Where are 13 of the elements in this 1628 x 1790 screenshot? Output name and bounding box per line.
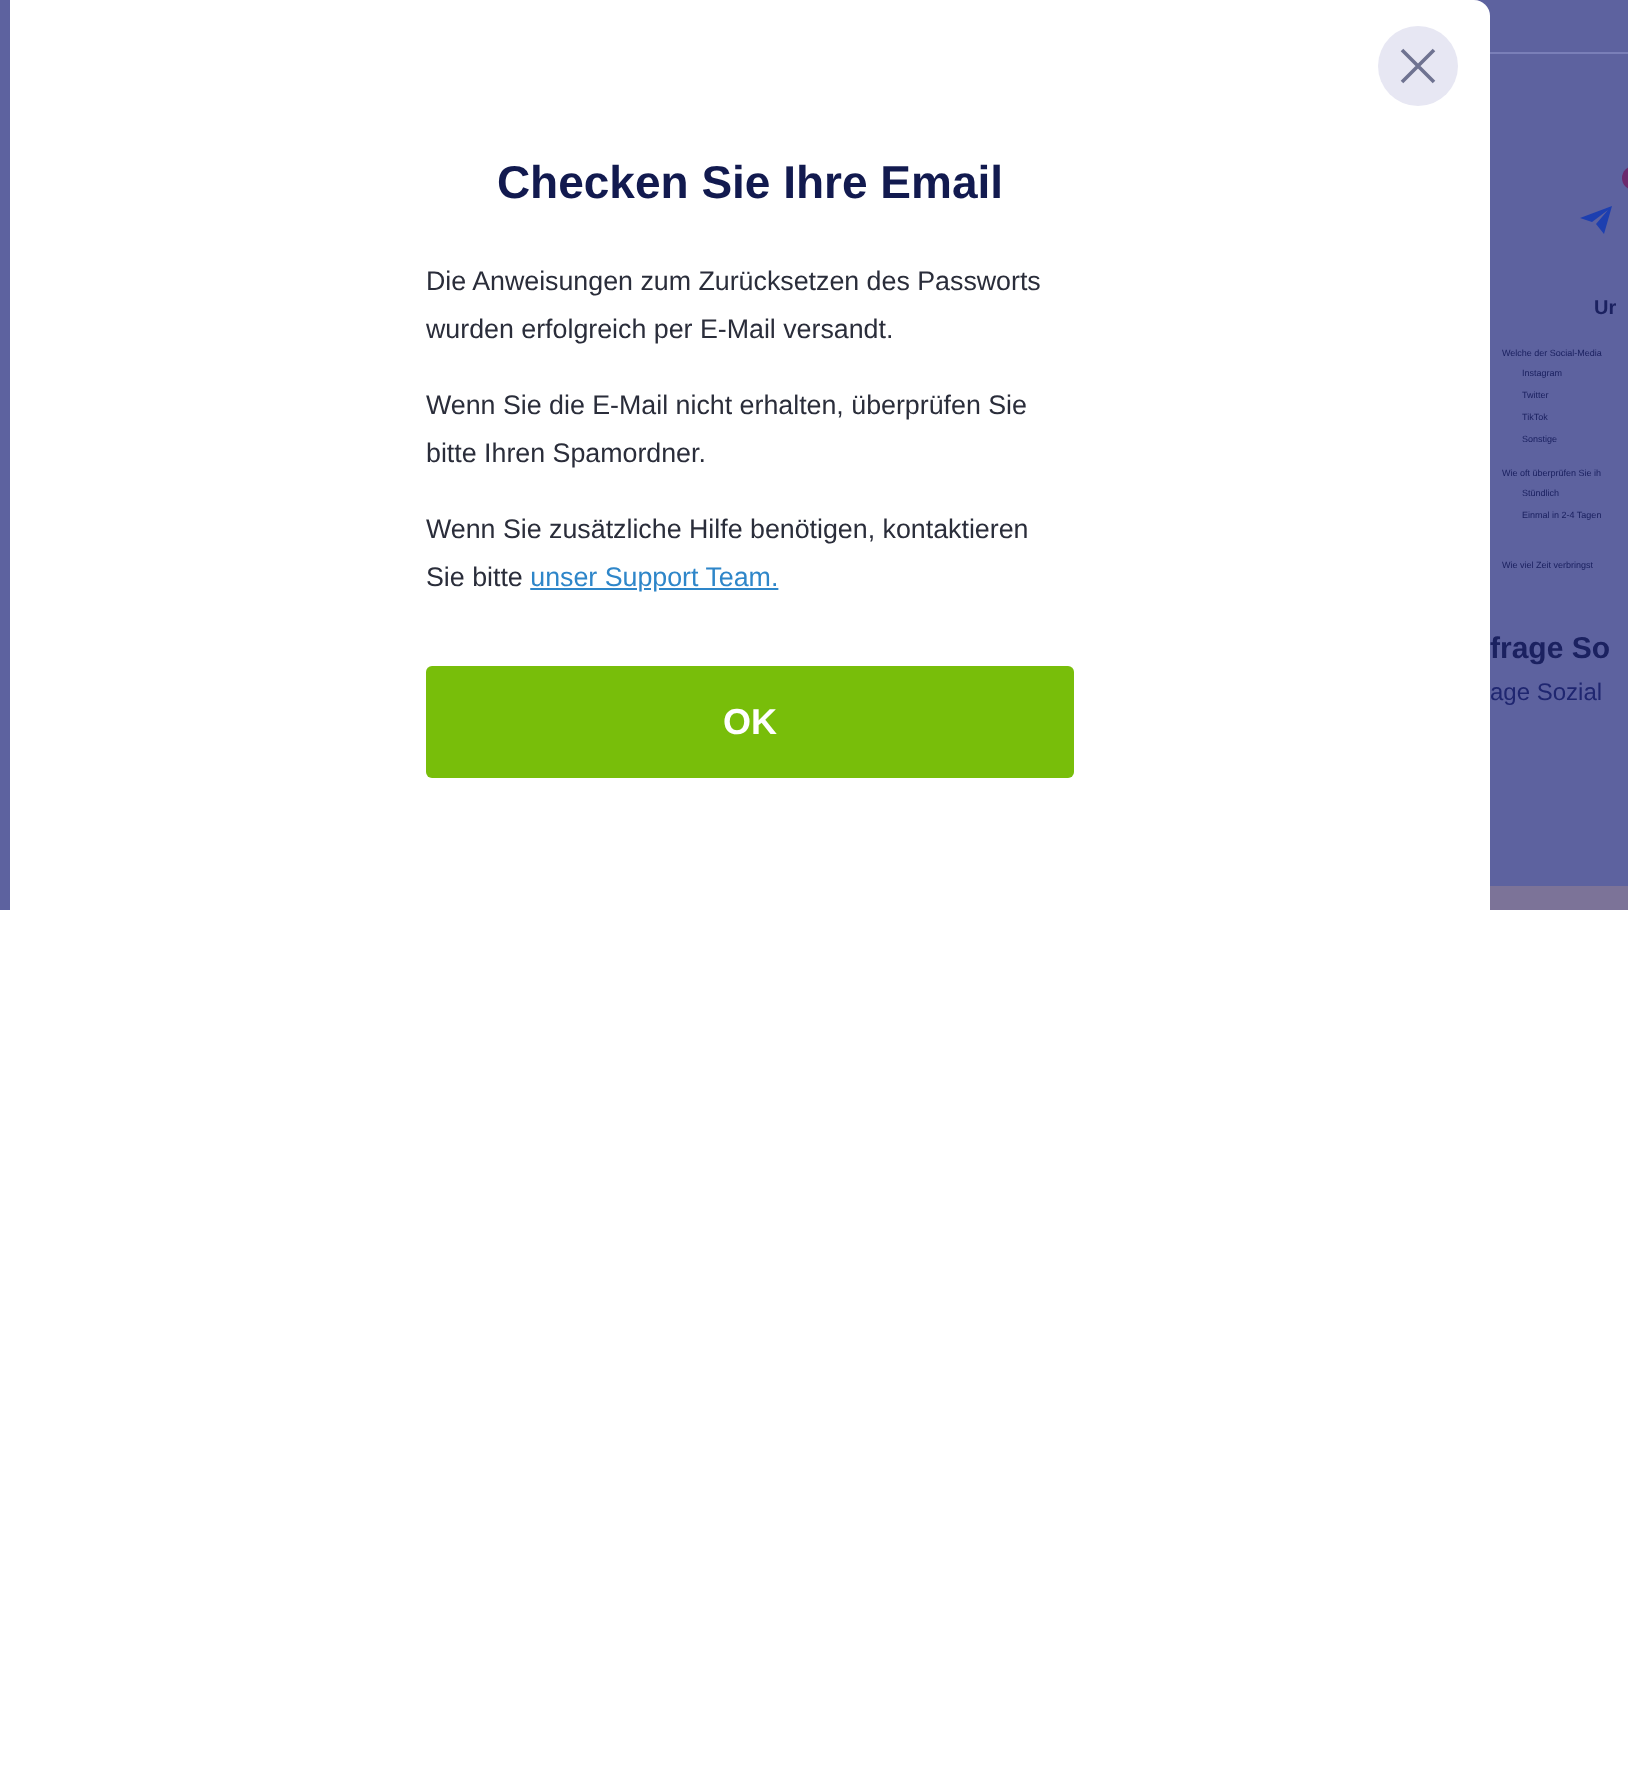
support-link[interactable]: unser Support Team. bbox=[530, 562, 779, 592]
message-text: Wenn Sie zusätzliche Hilfe benötigen, kontaktieren Sie bitte unser Support Team. bbox=[426, 512, 1031, 596]
survey-heading: Ur bbox=[1594, 298, 1617, 320]
close-icon bbox=[1400, 48, 1436, 84]
dialog-title: Checken Sie Ihre Email bbox=[494, 156, 1006, 210]
message-text: Die Anweisungen zum Zurücksetzen des Passworts wurden erfolgreich per E-Mail versandt. bbox=[426, 264, 1043, 348]
ok-button[interactable]: OK bbox=[426, 666, 1074, 778]
page-subtitle: age Sozial bbox=[1490, 678, 1603, 706]
paper-plane-icon bbox=[1580, 206, 1612, 234]
message-text: Wenn Sie die E-Mail nicht erhalten, überprüfen Sie bitte Ihren Spamordner. bbox=[426, 388, 1029, 472]
close-button[interactable] bbox=[1378, 26, 1458, 106]
page-title: frage So bbox=[1490, 632, 1611, 666]
footer-bar bbox=[1490, 886, 1628, 910]
